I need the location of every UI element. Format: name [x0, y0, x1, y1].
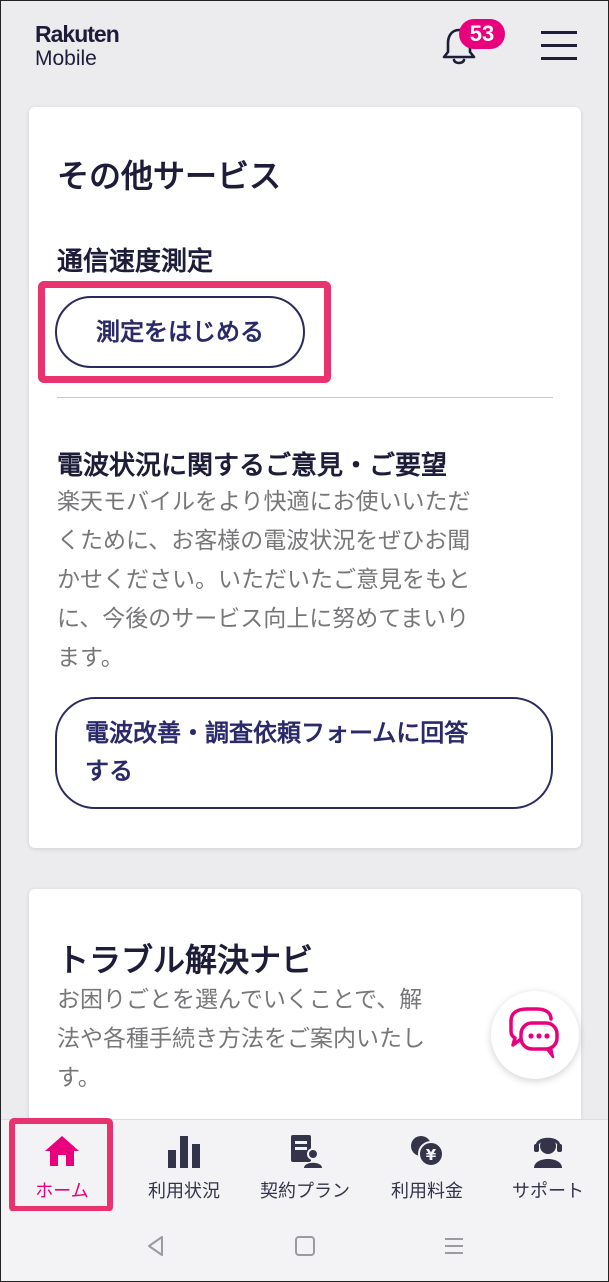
system-navigation-bar — [1, 1211, 608, 1281]
support-agent-icon — [534, 1137, 562, 1168]
start-speed-test-button[interactable]: 測定をはじめる — [55, 296, 305, 368]
back-triangle-icon[interactable] — [141, 1231, 171, 1261]
notification-badge[interactable]: 53 — [459, 19, 505, 49]
contract-icon — [291, 1135, 322, 1168]
tab-billing[interactable]: ¥ 利用料金 — [372, 1120, 482, 1212]
trouble-navi-description-line: す。 — [57, 1065, 101, 1091]
other-services-title: その他サービス — [57, 157, 282, 195]
section-divider — [57, 397, 553, 398]
feedback-description-line: ます。 — [57, 645, 124, 671]
trouble-navi-description-line: 法や各種手続き方法をご案内いたし — [57, 1026, 425, 1052]
hamburger-menu-icon[interactable] — [541, 31, 577, 61]
tab-label: 利用状況 — [148, 1181, 220, 1202]
svg-text:¥: ¥ — [426, 1146, 437, 1164]
speed-test-heading: 通信速度測定 — [57, 247, 214, 277]
chat-bubbles-icon — [509, 1007, 559, 1059]
home-tab-highlight-box — [9, 1118, 113, 1212]
trouble-navi-description: お困りごとを選んでいくことで、解 法や各種手続き方法をご案内いたし す。 — [57, 981, 517, 1098]
rakuten-mobile-logo[interactable]: Rakuten Mobile — [35, 21, 120, 70]
feedback-description-line: くために、お客様の電波状況をぜひお聞 — [57, 528, 471, 554]
feedback-description-line: かせください。いただいたご意見をもと — [57, 567, 471, 593]
feedback-description: 楽天モバイルをより快適にお使いいただ くために、お客様の電波状況をぜひお聞 かせ… — [57, 483, 557, 678]
logo-line-1: Rakuten — [35, 21, 120, 47]
other-services-card: その他サービス 通信速度測定 測定をはじめる 電波状況に関するご意見・ご要望 楽… — [29, 107, 581, 848]
logo-line-2: Mobile — [35, 47, 97, 70]
tab-contract-plan[interactable]: 契約プラン — [250, 1120, 360, 1212]
yen-coin-icon: ¥ — [411, 1136, 444, 1167]
tab-label: サポート — [512, 1181, 584, 1202]
trouble-navi-description-line: お困りごとを選んでいくことで、解 — [57, 987, 423, 1013]
trouble-navi-title: トラブル解決ナビ — [57, 941, 314, 979]
feedback-heading: 電波状況に関するご意見・ご要望 — [57, 451, 448, 481]
tab-label: 契約プラン — [260, 1181, 350, 1202]
tab-label: 利用料金 — [391, 1181, 463, 1202]
tab-usage[interactable]: 利用状況 — [129, 1120, 239, 1212]
app-screen: Rakuten Mobile 53 その他サービス 通信速度測定 測定をはじめる… — [0, 0, 609, 1282]
chat-support-button[interactable] — [491, 991, 579, 1079]
feedback-form-button-line: 電波改善・調査依頼フォームに回答 — [85, 719, 469, 747]
feedback-description-line: に、今後のサービス向上に努めてまいり — [57, 606, 470, 632]
recent-apps-icon[interactable] — [439, 1231, 469, 1261]
feedback-description-line: 楽天モバイルをより快適にお使いいただ — [57, 489, 471, 515]
radio-feedback-form-button[interactable]: 電波改善・調査依頼フォームに回答 する — [55, 697, 553, 809]
bar-chart-icon — [168, 1136, 200, 1168]
feedback-form-button-line: する — [85, 757, 133, 785]
home-square-icon[interactable] — [290, 1231, 320, 1261]
tab-support[interactable]: サポート — [493, 1120, 603, 1212]
